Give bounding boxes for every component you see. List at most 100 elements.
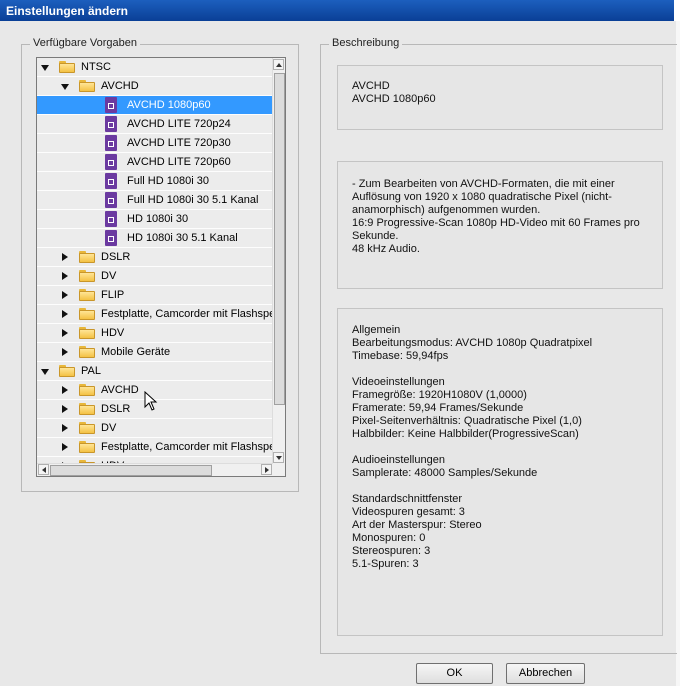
expand-arrow-right-icon[interactable] xyxy=(62,253,68,261)
tree-folder-row[interactable]: Festplatte, Camcorder mit Flashspeicher xyxy=(37,305,273,324)
expand-arrow-down-icon[interactable] xyxy=(41,65,49,71)
preset-summary-text: - Zum Bearbeiten von AVCHD-Formaten, die… xyxy=(352,178,640,255)
tree-row-label: FLIP xyxy=(101,289,125,301)
scroll-right-button[interactable] xyxy=(261,464,272,475)
tree-folder-row[interactable]: PAL xyxy=(37,362,273,381)
expand-arrow-right-icon[interactable] xyxy=(62,310,68,318)
folder-icon xyxy=(79,422,95,434)
expand-arrow-right-icon[interactable] xyxy=(62,291,68,299)
folder-icon xyxy=(79,403,95,415)
scrollbar-corner xyxy=(273,464,285,476)
tree-row-label: AVCHD 1080p60 xyxy=(127,99,211,111)
folder-icon xyxy=(79,308,95,320)
tree-preset-row[interactable]: AVCHD LITE 720p60 xyxy=(37,153,273,172)
tree-row-label: PAL xyxy=(81,365,101,377)
preset-file-icon xyxy=(105,97,117,113)
presets-group-label: Verfügbare Vorgaben xyxy=(30,37,140,49)
tree-folder-row[interactable]: Mobile Geräte xyxy=(37,343,273,362)
tree-row-label: AVCHD LITE 720p24 xyxy=(127,118,231,130)
scroll-down-icon xyxy=(276,456,282,460)
preset-tree[interactable]: NTSC AVCHD AVCHD 1080p60 AVCHD LITE 720p24 A… xyxy=(36,57,286,477)
tree-row-label: DV xyxy=(101,270,117,282)
ok-button[interactable]: OK xyxy=(416,663,493,684)
tree-folder-row[interactable]: DV xyxy=(37,419,273,438)
tree-vertical-scrollbar[interactable] xyxy=(272,58,285,464)
tree-folder-row[interactable]: FLIP xyxy=(37,286,273,305)
vertical-scroll-thumb[interactable] xyxy=(274,73,285,405)
expand-arrow-right-icon[interactable] xyxy=(62,386,68,394)
folder-icon xyxy=(59,61,75,73)
tree-row-label: Festplatte, Camcorder mit Flashspeicher xyxy=(101,308,273,320)
tree-preset-row[interactable]: Full HD 1080i 30 xyxy=(37,172,273,191)
folder-icon xyxy=(79,327,95,339)
description-summary-panel: - Zum Bearbeiten von AVCHD-Formaten, die… xyxy=(337,161,663,289)
folder-icon xyxy=(79,441,95,453)
tree-row-label: NTSC xyxy=(81,61,111,73)
scroll-right-icon xyxy=(265,467,269,473)
tree-row-label: AVCHD xyxy=(101,384,139,396)
title-bar: Einstellungen ändern xyxy=(0,0,680,21)
tree-row-label: HD 1080i 30 xyxy=(127,213,189,225)
expand-arrow-right-icon[interactable] xyxy=(62,348,68,356)
folder-icon xyxy=(79,289,95,301)
tree-row-label: AVCHD LITE 720p30 xyxy=(127,137,231,149)
cancel-button[interactable]: Abbrechen xyxy=(506,663,585,684)
expand-arrow-right-icon[interactable] xyxy=(62,405,68,413)
preset-details-text: Allgemein Bearbeitungsmodus: AVCHD 1080p… xyxy=(352,324,593,570)
expand-arrow-right-icon[interactable] xyxy=(62,424,68,432)
horizontal-scroll-thumb[interactable] xyxy=(50,465,212,476)
expand-arrow-down-icon[interactable] xyxy=(41,369,49,375)
tree-folder-row[interactable]: Festplatte, Camcorder mit Flashspeicher xyxy=(37,438,273,457)
description-group-label: Beschreibung xyxy=(329,37,403,49)
description-name-panel: AVCHD AVCHD 1080p60 xyxy=(337,65,663,130)
preset-file-icon xyxy=(105,173,117,189)
tree-folder-row[interactable]: DV xyxy=(37,267,273,286)
tree-row-label: AVCHD xyxy=(101,80,139,92)
expand-arrow-right-icon[interactable] xyxy=(62,272,68,280)
scroll-left-icon xyxy=(42,467,46,473)
folder-icon xyxy=(79,270,95,282)
folder-icon xyxy=(79,251,95,263)
tree-preset-row[interactable]: AVCHD LITE 720p30 xyxy=(37,134,273,153)
tree-folder-row[interactable]: DSLR xyxy=(37,248,273,267)
tree-preset-row[interactable]: HD 1080i 30 xyxy=(37,210,273,229)
description-details-panel: Allgemein Bearbeitungsmodus: AVCHD 1080p… xyxy=(337,308,663,636)
expand-arrow-right-icon[interactable] xyxy=(62,329,68,337)
tree-folder-row[interactable]: AVCHD xyxy=(37,77,273,96)
tree-row-label: Festplatte, Camcorder mit Flashspeicher xyxy=(101,441,273,453)
scroll-left-button[interactable] xyxy=(38,464,49,475)
tree-row-label: DSLR xyxy=(101,403,131,415)
tree-preset-row[interactable]: HD 1080i 30 5.1 Kanal xyxy=(37,229,273,248)
preset-file-icon xyxy=(105,135,117,151)
tree-row-label: HD 1080i 30 5.1 Kanal xyxy=(127,232,238,244)
tree-row-label: AVCHD LITE 720p60 xyxy=(127,156,231,168)
tree-folder-row[interactable]: HDV xyxy=(37,324,273,343)
title-bar-edge xyxy=(674,0,680,21)
scroll-down-button[interactable] xyxy=(273,452,284,463)
tree-row-label: Full HD 1080i 30 5.1 Kanal xyxy=(127,194,259,206)
expand-arrow-down-icon[interactable] xyxy=(61,84,69,90)
folder-icon xyxy=(79,80,95,92)
folder-icon xyxy=(59,365,75,377)
tree-folder-row[interactable]: NTSC xyxy=(37,58,273,77)
preset-file-icon xyxy=(105,116,117,132)
window-title: Einstellungen ändern xyxy=(6,4,129,18)
preset-file-icon xyxy=(105,211,117,227)
tree-row-label: DV xyxy=(101,422,117,434)
tree-preset-row[interactable]: Full HD 1080i 30 5.1 Kanal xyxy=(37,191,273,210)
preset-name-text: AVCHD AVCHD 1080p60 xyxy=(352,80,436,105)
folder-icon xyxy=(79,346,95,358)
tree-preset-row[interactable]: AVCHD LITE 720p24 xyxy=(37,115,273,134)
tree-row-label: DSLR xyxy=(101,251,131,263)
tree-row-label: Mobile Geräte xyxy=(101,346,171,358)
preset-file-icon xyxy=(105,154,117,170)
mouse-cursor-icon xyxy=(144,391,158,411)
tree-row-label: HDV xyxy=(101,327,125,339)
expand-arrow-right-icon[interactable] xyxy=(62,443,68,451)
tree-preset-row[interactable]: AVCHD 1080p60 xyxy=(37,96,273,115)
scroll-up-icon xyxy=(276,63,282,67)
folder-icon xyxy=(79,384,95,396)
tree-horizontal-scrollbar[interactable] xyxy=(37,463,273,476)
scroll-up-button[interactable] xyxy=(273,59,284,70)
tree-row-label: Full HD 1080i 30 xyxy=(127,175,209,187)
